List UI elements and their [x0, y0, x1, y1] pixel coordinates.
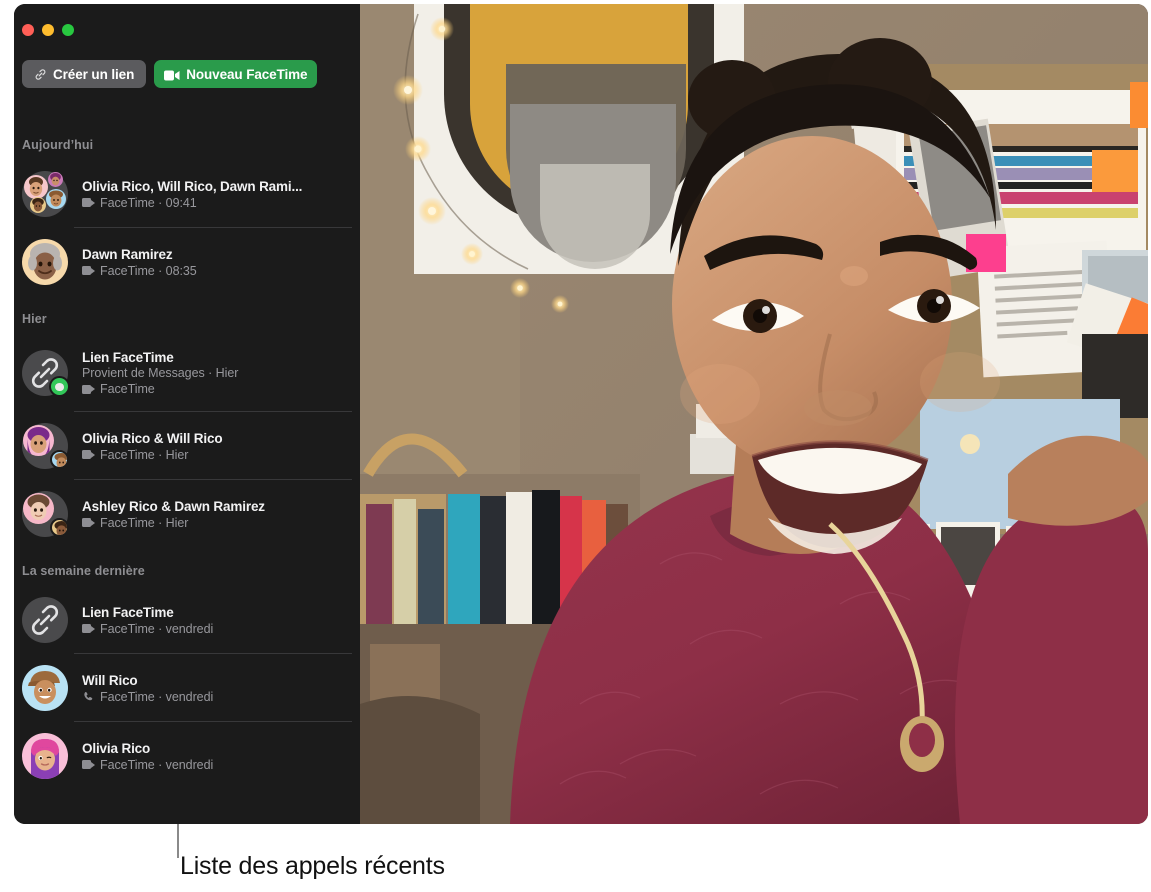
- video-camera-icon: [82, 518, 95, 527]
- call-list-item[interactable]: Lien FaceTime Provient de Messages · Hie…: [14, 334, 360, 412]
- call-list-item[interactable]: Olivia Rico & Will Rico FaceTime · Hier: [14, 412, 360, 480]
- call-source: Provient de Messages · Hier: [82, 366, 239, 380]
- callout-caption: Liste des appels récents: [180, 852, 445, 880]
- new-facetime-button[interactable]: Nouveau FaceTime: [154, 60, 318, 88]
- call-subtitle-text: FaceTime · 08:35: [100, 263, 197, 278]
- call-list-item[interactable]: Olivia Rico, Will Rico, Dawn Rami... Fac…: [14, 160, 360, 228]
- call-title: Olivia Rico: [82, 740, 151, 756]
- video-camera-icon: [164, 69, 180, 80]
- sidebar-toolbar: Créer un lien Nouveau FaceTime: [22, 60, 318, 88]
- create-link-label: Créer un lien: [53, 66, 135, 82]
- new-facetime-label: Nouveau FaceTime: [186, 66, 308, 82]
- call-subtitle: FaceTime · vendredi: [82, 622, 352, 636]
- call-subtitle-text: FaceTime · 09:41: [100, 195, 197, 210]
- phone-icon: [82, 691, 95, 702]
- link-icon: [34, 68, 47, 81]
- recent-calls-list[interactable]: Aujourd’hui Olivia Rico, Will Rico, Dawn…: [14, 110, 360, 824]
- messages-badge: [49, 376, 70, 397]
- recent-calls-sidebar: Créer un lien Nouveau FaceTime Aujourd’h…: [14, 4, 360, 824]
- call-subtitle-text: FaceTime · vendredi: [100, 757, 214, 772]
- memoji-cap-avatar: [22, 665, 68, 711]
- call-subtitle: FaceTime · 09:41: [82, 196, 352, 210]
- memoji-pink-hair-avatar: [22, 733, 68, 779]
- call-subtitle: FaceTime: [82, 382, 352, 396]
- call-subtitle-text: FaceTime · vendredi: [100, 621, 214, 636]
- call-subtitle: FaceTime · 08:35: [82, 264, 352, 278]
- group-memoji-avatar: [22, 171, 68, 217]
- call-subtitle: FaceTime · vendredi: [82, 690, 352, 704]
- callout-leader-line: [177, 824, 179, 858]
- video-camera-icon: [82, 760, 95, 769]
- zoom-button[interactable]: [62, 24, 74, 36]
- call-title: Olivia Rico & Will Rico: [82, 430, 223, 446]
- close-button[interactable]: [22, 24, 34, 36]
- call-subtitle-text: FaceTime · Hier: [100, 515, 189, 530]
- call-list-item[interactable]: Dawn Ramirez FaceTime · 08:35: [14, 228, 360, 296]
- call-subtitle-text: FaceTime: [100, 382, 155, 396]
- window-traffic-lights: [22, 24, 74, 36]
- video-camera-icon: [82, 450, 95, 459]
- create-link-button[interactable]: Créer un lien: [22, 60, 147, 88]
- facetime-video-feed[interactable]: [360, 4, 1148, 824]
- call-list-item[interactable]: Lien FaceTime FaceTime · vendredi: [14, 586, 360, 654]
- pair-memoji-avatar: [22, 491, 69, 537]
- video-camera-icon: [82, 384, 95, 394]
- video-camera-icon: [82, 198, 95, 207]
- call-subtitle-text: FaceTime · Hier: [100, 447, 189, 462]
- call-list-item[interactable]: Olivia Rico FaceTime · vendredi: [14, 722, 360, 790]
- call-subtitle: FaceTime · Hier: [82, 516, 352, 530]
- pair-memoji-avatar: [22, 423, 69, 469]
- call-list-item[interactable]: Ashley Rico & Dawn Ramirez FaceTime · Hi…: [14, 480, 360, 548]
- section-header-yesterday: Hier: [22, 312, 47, 326]
- call-title: Lien FaceTime: [82, 350, 174, 365]
- memoji-gray-hair-avatar: [22, 239, 68, 285]
- call-title: Will Rico: [82, 672, 138, 688]
- section-header-today: Aujourd’hui: [22, 138, 94, 152]
- call-list-item[interactable]: Will Rico FaceTime · vendredi: [14, 654, 360, 722]
- facetime-link-icon: [22, 597, 68, 643]
- facetime-window: Créer un lien Nouveau FaceTime Aujourd’h…: [14, 4, 1148, 824]
- call-title: Lien FaceTime: [82, 604, 174, 620]
- call-subtitle: FaceTime · vendredi: [82, 758, 352, 772]
- video-scene: [360, 4, 1148, 824]
- call-subtitle: FaceTime · Hier: [82, 448, 352, 462]
- video-camera-icon: [82, 624, 95, 633]
- call-title: Dawn Ramirez: [82, 246, 173, 262]
- video-camera-icon: [82, 266, 95, 275]
- call-subtitle-text: FaceTime · vendredi: [100, 689, 214, 704]
- section-header-last-week: La semaine dernière: [22, 564, 145, 578]
- minimize-button[interactable]: [42, 24, 54, 36]
- call-title: Olivia Rico, Will Rico, Dawn Rami...: [82, 178, 303, 194]
- call-title: Ashley Rico & Dawn Ramirez: [82, 498, 265, 514]
- facetime-link-icon: [22, 350, 70, 397]
